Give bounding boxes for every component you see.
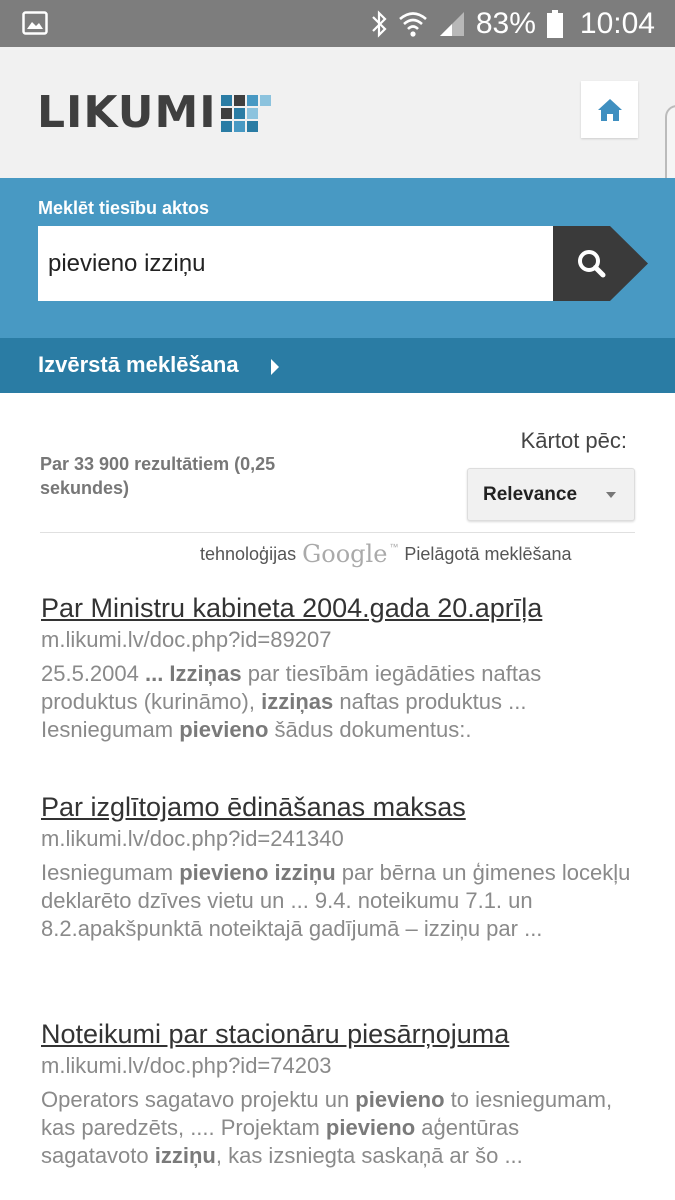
snippet-highlight: pievieno bbox=[325, 1115, 416, 1140]
battery-percent: 83% bbox=[475, 7, 536, 40]
likumi-logo[interactable]: LIKUMI bbox=[37, 91, 271, 135]
snippet-highlight: izziņas bbox=[261, 689, 334, 714]
logo-grid-icon bbox=[220, 94, 271, 132]
result-item: Noteikumi par stacionāru piesārņojuma m.… bbox=[41, 1018, 631, 1170]
logo-text: LIKUMI bbox=[37, 87, 217, 138]
divider bbox=[40, 532, 635, 533]
advanced-search-bar[interactable]: Izvērstā meklēšana bbox=[0, 338, 675, 393]
chevron-right-icon bbox=[271, 359, 279, 375]
snippet-text: Operators sagatavo projektu un bbox=[41, 1087, 356, 1112]
home-icon bbox=[597, 98, 622, 121]
site-header: LIKUMI bbox=[0, 47, 675, 255]
bluetooth-icon bbox=[372, 10, 387, 38]
status-bar: 83% 10:04 bbox=[0, 0, 675, 47]
result-url: m.likumi.lv/doc.php?id=241340 bbox=[41, 826, 344, 851]
clock: 10:04 bbox=[579, 7, 655, 40]
result-snippet: Operators sagatavo projektu un pievieno … bbox=[41, 1086, 631, 1170]
powered-prefix: tehnoloģijas bbox=[200, 543, 297, 564]
snippet-text: , kas izsniegta saskaņā ar šo ... bbox=[215, 1143, 523, 1168]
results-count: Par 33 900 rezultātiem (0,25 sekundes) bbox=[40, 454, 276, 498]
signal-icon bbox=[439, 12, 464, 36]
snippet-highlight: pievieno bbox=[355, 1087, 445, 1112]
wifi-icon bbox=[399, 12, 427, 37]
sort-selected-value: Relevance bbox=[483, 483, 578, 505]
snippet-highlight: ... Izziņas bbox=[144, 661, 242, 686]
search-label: Meklēt tiesību aktos bbox=[38, 198, 210, 218]
gallery-icon bbox=[22, 11, 48, 35]
result-item: Par Ministru kabineta 2004.gada 20.aprīļ… bbox=[41, 592, 631, 744]
snippet-text: Iesniegumam bbox=[41, 860, 180, 885]
search-panel: Meklēt tiesību aktos bbox=[0, 178, 675, 338]
google-tm: ™ bbox=[389, 542, 399, 552]
sort-select[interactable]: Relevance bbox=[467, 468, 635, 521]
result-snippet: Iesniegumam pievieno izziņu par bērna un… bbox=[41, 859, 631, 943]
snippet-text: šādus dokumentus:. bbox=[268, 717, 472, 742]
battery-icon bbox=[546, 10, 563, 38]
search-button[interactable] bbox=[553, 226, 648, 301]
snippet-highlight: izziņu bbox=[154, 1143, 216, 1168]
result-title-link[interactable]: Par Ministru kabineta 2004.gada 20.aprīļ… bbox=[41, 592, 631, 624]
result-url: m.likumi.lv/doc.php?id=74203 bbox=[41, 1053, 332, 1078]
snippet-highlight: pievieno bbox=[179, 717, 269, 742]
result-snippet: 25.5.2004 ... Izziņas par tiesībām iegād… bbox=[41, 660, 631, 744]
advanced-search-label: Izvērstā meklēšana bbox=[38, 352, 239, 377]
search-input[interactable] bbox=[38, 226, 553, 301]
result-url: m.likumi.lv/doc.php?id=89207 bbox=[41, 627, 332, 652]
google-logo: Google bbox=[302, 540, 388, 568]
chevron-down-icon bbox=[606, 492, 616, 498]
sort-label: Kārtot pēc: bbox=[520, 428, 627, 453]
result-item: Par izglītojamo ēdināšanas maksas m.liku… bbox=[41, 791, 631, 943]
home-button[interactable] bbox=[581, 81, 638, 138]
result-title-link[interactable]: Par izglītojamo ēdināšanas maksas bbox=[41, 791, 631, 823]
snippet-text: 25.5.2004 bbox=[41, 661, 145, 686]
snippet-highlight: pievieno izziņu bbox=[179, 860, 336, 885]
powered-suffix: Pielāgotā meklēšana bbox=[404, 543, 572, 564]
result-title-link[interactable]: Noteikumi par stacionāru piesārņojuma bbox=[41, 1018, 631, 1050]
powered-by-google: tehnoloģijas Google ™ Pielāgotā meklēšan… bbox=[200, 540, 572, 568]
